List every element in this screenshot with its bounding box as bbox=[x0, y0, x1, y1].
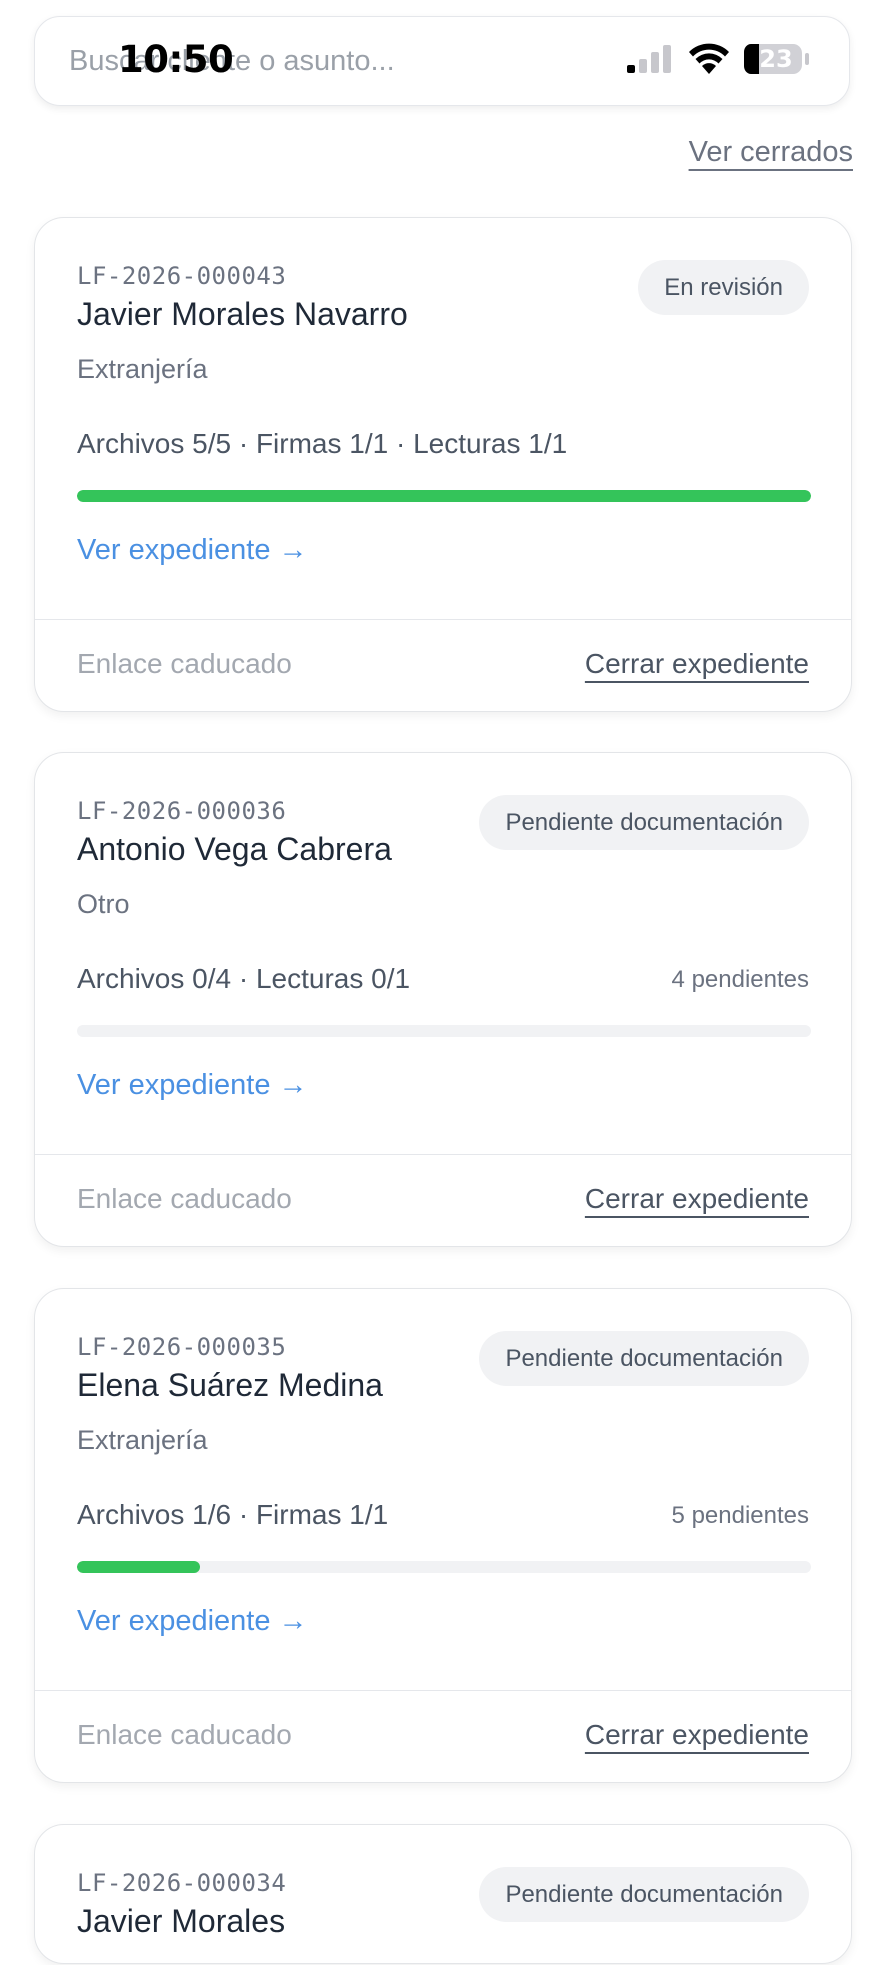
progress-bar bbox=[77, 1025, 811, 1037]
case-card-body: LF-2026-000036 Antonio Vega Cabrera Otro… bbox=[35, 753, 851, 1155]
progress-fill bbox=[77, 1561, 200, 1573]
progress-bar bbox=[77, 1561, 811, 1573]
client-name: Elena Suárez Medina bbox=[77, 1367, 383, 1403]
progress-summary: Archivos 5/5 · Firmas 1/1 · Lecturas 1/1 bbox=[77, 428, 568, 459]
progress-summary: Archivos 0/4 · Lecturas 0/1 bbox=[77, 963, 411, 994]
pending-count: 4 pendientes bbox=[671, 966, 809, 993]
close-case-button[interactable]: Cerrar expediente bbox=[585, 1719, 809, 1751]
case-card: LF-2026-000035 Elena Suárez Medina Extra… bbox=[34, 1288, 852, 1783]
case-card-body: LF-2026-000043 Javier Morales Navarro Ex… bbox=[35, 218, 851, 620]
link-status: Enlace caducado bbox=[77, 1719, 292, 1750]
case-card-footer: Enlace caducado Cerrar expediente bbox=[35, 1691, 851, 1782]
status-badge: Pendiente documentación bbox=[479, 1867, 809, 1922]
case-card: LF-2026-000036 Antonio Vega Cabrera Otro… bbox=[34, 752, 852, 1247]
case-code: LF-2026-000035 bbox=[77, 1333, 287, 1361]
case-card: LF-2026-000034 Javier Morales Pendiente … bbox=[34, 1824, 852, 1964]
pending-count: 5 pendientes bbox=[671, 1502, 809, 1529]
close-case-button[interactable]: Cerrar expediente bbox=[585, 648, 809, 680]
status-badge: Pendiente documentación bbox=[479, 1331, 809, 1386]
progress-bar bbox=[77, 490, 811, 502]
case-code: LF-2026-000043 bbox=[77, 262, 287, 290]
client-name: Javier Morales Navarro bbox=[77, 296, 408, 332]
link-status: Enlace caducado bbox=[77, 1183, 292, 1214]
case-category: Extranjería bbox=[77, 354, 208, 384]
case-card-footer: Enlace caducado Cerrar expediente bbox=[35, 620, 851, 711]
battery-level: 23 bbox=[759, 45, 793, 73]
view-case-link[interactable]: Ver expediente → bbox=[77, 1069, 308, 1102]
view-closed-link[interactable]: Ver cerrados bbox=[689, 136, 853, 169]
wifi-icon bbox=[689, 43, 729, 74]
case-code: LF-2026-000036 bbox=[77, 797, 287, 825]
case-card-body: LF-2026-000035 Elena Suárez Medina Extra… bbox=[35, 1289, 851, 1691]
status-time: 10:50 bbox=[118, 38, 234, 81]
status-badge: Pendiente documentación bbox=[479, 795, 809, 850]
status-badge: En revisión bbox=[638, 260, 809, 315]
case-card-footer: Enlace caducado Cerrar expediente bbox=[35, 1155, 851, 1246]
view-case-link[interactable]: Ver expediente → bbox=[77, 1605, 308, 1638]
case-category: Otro bbox=[77, 889, 130, 919]
case-code: LF-2026-000034 bbox=[77, 1869, 287, 1897]
client-name: Antonio Vega Cabrera bbox=[77, 831, 392, 867]
client-name: Javier Morales bbox=[77, 1903, 286, 1939]
battery-icon: 23 bbox=[743, 43, 811, 75]
case-card: LF-2026-000043 Javier Morales Navarro Ex… bbox=[34, 217, 852, 712]
case-card-body: LF-2026-000034 Javier Morales Pendiente … bbox=[35, 1825, 851, 1965]
cellular-signal-icon bbox=[627, 45, 671, 73]
close-case-button[interactable]: Cerrar expediente bbox=[585, 1183, 809, 1215]
progress-summary: Archivos 1/6 · Firmas 1/1 bbox=[77, 1499, 389, 1530]
progress-fill bbox=[77, 490, 811, 502]
view-case-link[interactable]: Ver expediente → bbox=[77, 534, 308, 567]
link-status: Enlace caducado bbox=[77, 648, 292, 679]
case-category: Extranjería bbox=[77, 1425, 208, 1455]
